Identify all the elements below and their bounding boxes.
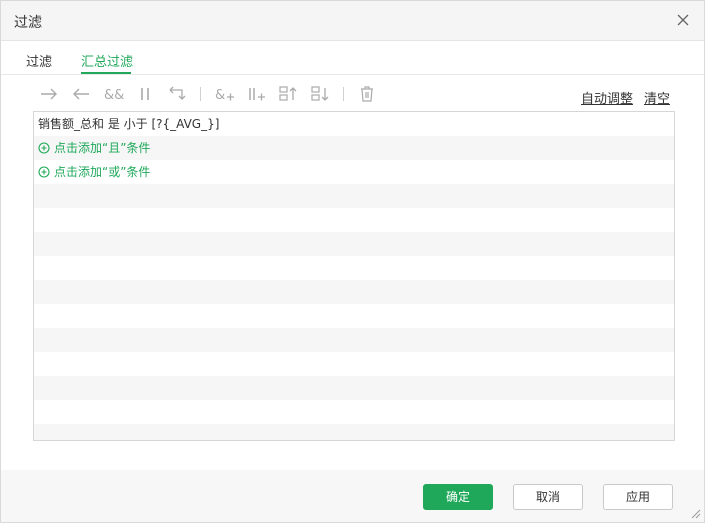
- move-up-icon[interactable]: [277, 84, 299, 104]
- close-icon[interactable]: [674, 11, 692, 29]
- auto-adjust-link[interactable]: 自动调整: [581, 88, 633, 107]
- move-down-icon[interactable]: [309, 84, 331, 104]
- swap-icon[interactable]: [166, 84, 188, 104]
- empty-row: [34, 424, 674, 440]
- filter-dialog: 过滤 过滤 汇总过滤 && & 自动调整 清空 销售额_总和 是 小于 [?{_…: [0, 0, 705, 523]
- empty-row: [34, 256, 674, 280]
- clear-link[interactable]: 清空: [644, 88, 670, 107]
- tab-bar: 过滤 汇总过滤: [1, 41, 704, 75]
- dialog-title: 过滤: [14, 15, 42, 31]
- resize-grip-icon[interactable]: [689, 507, 701, 519]
- content-area: && & 自动调整 清空 销售额_总和 是 小于 [?{_AVG_}] 点击添加…: [1, 75, 704, 470]
- toolbar-separator: [200, 87, 201, 101]
- and-icon[interactable]: &&: [102, 84, 124, 104]
- title-bar: 过滤: [1, 1, 704, 41]
- apply-button[interactable]: 应用: [603, 484, 673, 510]
- arrow-left-icon[interactable]: [70, 84, 92, 104]
- condition-text: 销售额_总和 是 小于 [?{_AVG_}]: [38, 117, 220, 131]
- empty-row: [34, 208, 674, 232]
- tab-summary-filter[interactable]: 汇总过滤: [81, 51, 133, 70]
- empty-row: [34, 184, 674, 208]
- active-tab-indicator: [81, 72, 131, 74]
- arrow-right-icon[interactable]: [38, 84, 60, 104]
- tab-filter[interactable]: 过滤: [26, 51, 52, 70]
- empty-row: [34, 400, 674, 424]
- add-and-label: 点击添加“且”条件: [54, 141, 151, 155]
- add-and-icon[interactable]: &: [214, 84, 236, 104]
- plus-circle-icon: [38, 162, 50, 186]
- plus-circle-icon: [38, 138, 50, 162]
- delete-icon[interactable]: [356, 84, 378, 104]
- dialog-footer: 确定 取消 应用: [1, 471, 704, 522]
- add-and-condition[interactable]: 点击添加“且”条件: [34, 136, 674, 160]
- add-or-condition[interactable]: 点击添加“或”条件: [34, 160, 674, 184]
- empty-row: [34, 280, 674, 304]
- empty-row: [34, 328, 674, 352]
- toolbar: && & 自动调整 清空: [1, 75, 704, 111]
- empty-row: [34, 352, 674, 376]
- condition-row[interactable]: 销售额_总和 是 小于 [?{_AVG_}]: [34, 112, 674, 136]
- cancel-button[interactable]: 取消: [513, 484, 583, 510]
- add-or-label: 点击添加“或”条件: [54, 165, 151, 179]
- svg-text:&: &: [215, 88, 225, 103]
- empty-row: [34, 304, 674, 328]
- ok-button[interactable]: 确定: [423, 484, 493, 510]
- svg-text:&&: &&: [104, 88, 124, 103]
- or-icon[interactable]: [134, 84, 156, 104]
- toolbar-separator: [343, 87, 344, 101]
- empty-row: [34, 376, 674, 400]
- condition-list: 销售额_总和 是 小于 [?{_AVG_}] 点击添加“且”条件 点击添加“或”…: [33, 111, 675, 441]
- empty-row: [34, 232, 674, 256]
- add-or-icon[interactable]: [246, 84, 268, 104]
